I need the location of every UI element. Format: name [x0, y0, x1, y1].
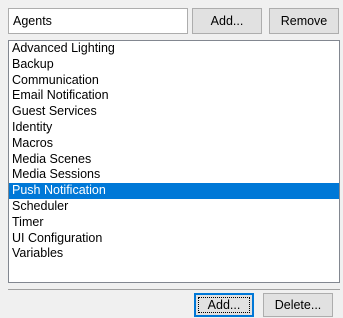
- agents-header: Agents Add... Remove: [0, 0, 343, 40]
- focus-rectangle: [198, 297, 250, 313]
- delete-button[interactable]: Delete...: [263, 293, 333, 317]
- list-item[interactable]: Backup: [9, 57, 339, 73]
- list-item[interactable]: Media Sessions: [9, 167, 339, 183]
- footer-bar: Add... Delete...: [0, 283, 343, 318]
- add-agent-button[interactable]: Add...: [192, 8, 262, 34]
- add-button[interactable]: Add...: [194, 293, 254, 317]
- footer-divider: [8, 289, 340, 290]
- agents-header-label: Agents: [8, 8, 188, 34]
- list-item[interactable]: Advanced Lighting: [9, 41, 339, 57]
- list-item-selected[interactable]: Push Notification: [9, 183, 339, 199]
- agents-panel: Agents Add... Remove Advanced Lighting B…: [0, 0, 343, 318]
- remove-agent-button[interactable]: Remove: [269, 8, 339, 34]
- list-item[interactable]: Scheduler: [9, 199, 339, 215]
- list-item[interactable]: Communication: [9, 73, 339, 89]
- list-item[interactable]: Media Scenes: [9, 152, 339, 168]
- list-item[interactable]: Macros: [9, 136, 339, 152]
- list-item[interactable]: Guest Services: [9, 104, 339, 120]
- list-item[interactable]: Timer: [9, 215, 339, 231]
- agents-listbox[interactable]: Advanced Lighting Backup Communication E…: [8, 40, 340, 283]
- list-item[interactable]: Identity: [9, 120, 339, 136]
- list-item[interactable]: Email Notification: [9, 88, 339, 104]
- list-item[interactable]: Variables: [9, 246, 339, 262]
- list-item[interactable]: UI Configuration: [9, 231, 339, 247]
